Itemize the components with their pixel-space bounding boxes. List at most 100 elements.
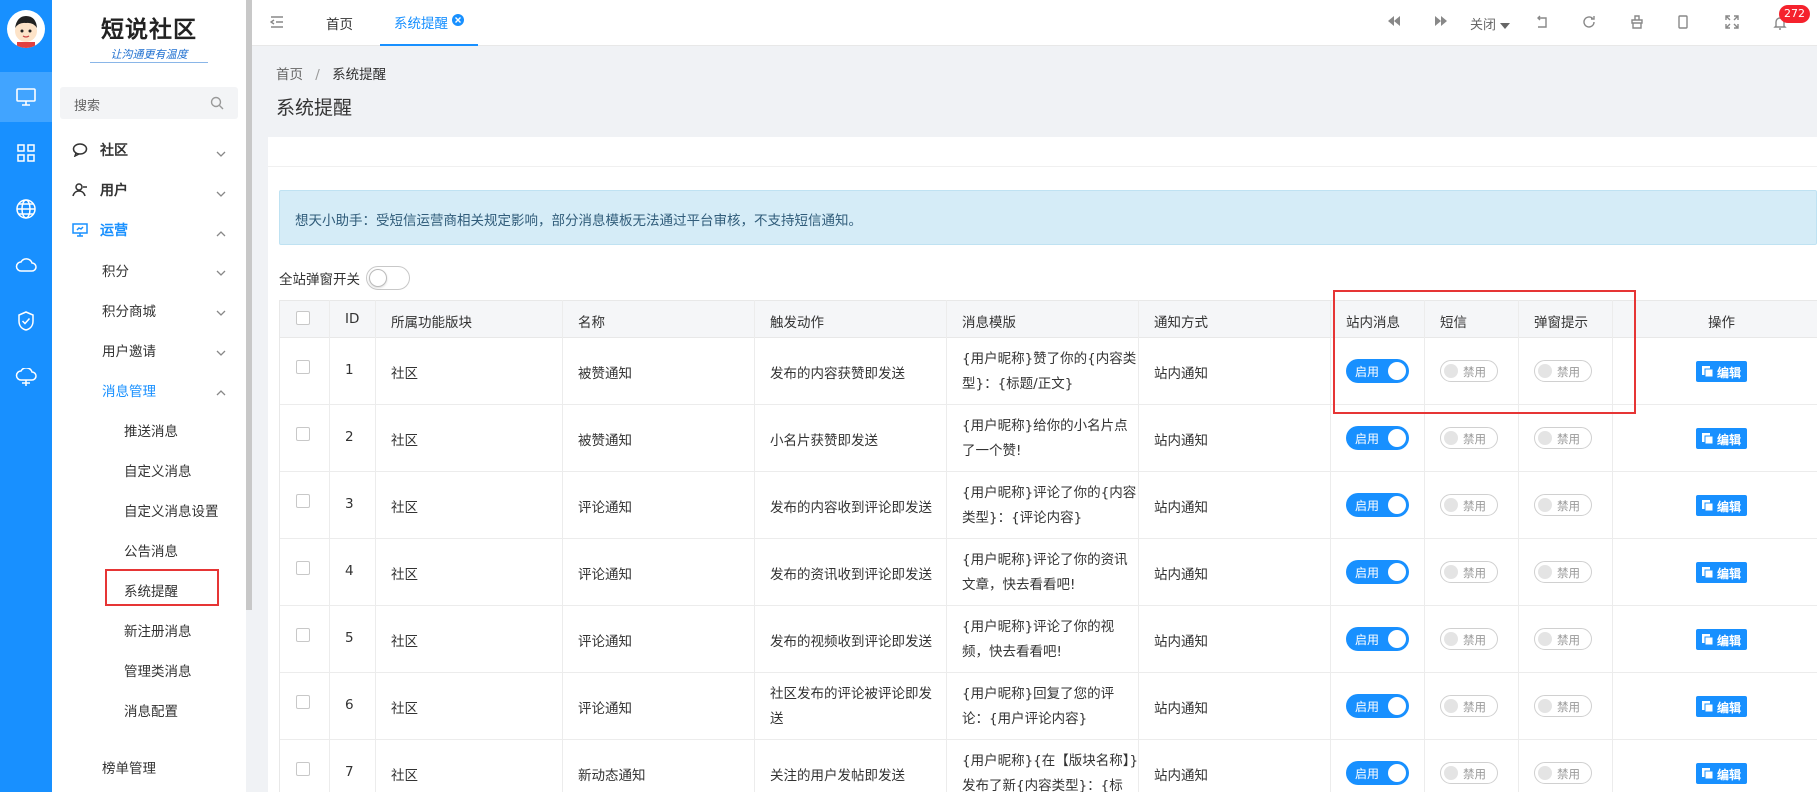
chevron-down-icon xyxy=(216,344,226,360)
switch-label: 禁用 xyxy=(1557,566,1580,580)
cell-template-line2: 论：{用户评论内容} xyxy=(962,711,1088,727)
edit-button[interactable]: 编辑 xyxy=(1696,763,1747,784)
rewind-icon[interactable] xyxy=(1387,15,1401,31)
sidebar-scrollbar[interactable] xyxy=(246,0,252,610)
row-checkbox[interactable] xyxy=(296,762,310,776)
row-checkbox[interactable] xyxy=(296,494,310,508)
edit-button[interactable]: 编辑 xyxy=(1696,428,1747,449)
sidebar-item-community[interactable]: 社区 xyxy=(52,133,246,167)
sidebar-item-ranking[interactable]: 榜单管理 xyxy=(52,749,246,783)
sms-switch[interactable]: 禁用 xyxy=(1440,494,1498,516)
site-message-switch[interactable]: 启用 xyxy=(1346,761,1409,785)
row-checkbox[interactable] xyxy=(296,427,310,441)
cell-method: 站内通知 xyxy=(1154,500,1208,516)
refresh-icon[interactable] xyxy=(1582,15,1596,33)
return-icon[interactable] xyxy=(1535,15,1549,33)
cell-name: 评论通知 xyxy=(578,634,632,650)
edit-button[interactable]: 编辑 xyxy=(1696,696,1747,717)
mobile-icon[interactable] xyxy=(1678,15,1688,33)
cell-module: 社区 xyxy=(391,701,418,717)
sms-switch[interactable]: 禁用 xyxy=(1440,427,1498,449)
row-checkbox[interactable] xyxy=(296,628,310,642)
sidebar-item-points-mall[interactable]: 积分商城 xyxy=(52,292,246,326)
site-message-switch[interactable]: 启用 xyxy=(1346,560,1409,584)
popup-switch[interactable]: 禁用 xyxy=(1534,695,1592,717)
clear-icon[interactable] xyxy=(1630,15,1644,33)
breadcrumb-home[interactable]: 首页 xyxy=(276,67,303,83)
edit-button[interactable]: 编辑 xyxy=(1696,361,1747,382)
globe-icon[interactable] xyxy=(0,184,52,234)
monitor-icon[interactable] xyxy=(0,72,52,122)
switch-knob xyxy=(1388,429,1406,447)
sms-switch[interactable]: 禁用 xyxy=(1440,695,1498,717)
sidebar-item-custom-message-settings[interactable]: 自定义消息设置 xyxy=(52,492,246,526)
site-message-switch[interactable]: 启用 xyxy=(1346,426,1409,450)
presentation-icon xyxy=(72,223,88,241)
chevron-down-icon xyxy=(216,185,226,201)
fast-forward-icon[interactable] xyxy=(1434,15,1448,31)
grid-icon[interactable] xyxy=(0,128,52,178)
edit-button[interactable]: 编辑 xyxy=(1696,495,1747,516)
row-checkbox[interactable] xyxy=(296,561,310,575)
cloud-network-icon[interactable] xyxy=(0,352,52,402)
row-checkbox[interactable] xyxy=(296,695,310,709)
cell-id: 6 xyxy=(345,697,354,713)
fullscreen-icon[interactable] xyxy=(1725,15,1739,33)
sidebar-item-announcement[interactable]: 公告消息 xyxy=(52,532,246,566)
popup-switch[interactable]: 禁用 xyxy=(1534,427,1592,449)
close-tab-icon[interactable] xyxy=(452,14,464,30)
popup-switch[interactable]: 禁用 xyxy=(1534,494,1592,516)
row-checkbox[interactable] xyxy=(296,360,310,374)
sidebar-item-message-mgmt[interactable]: 消息管理 xyxy=(52,372,246,406)
search-input[interactable]: 搜索 xyxy=(60,87,238,119)
site-message-switch[interactable]: 启用 xyxy=(1346,493,1409,517)
icon-rail xyxy=(0,0,52,792)
popup-switch[interactable]: 禁用 xyxy=(1534,628,1592,650)
sidebar-item-invite[interactable]: 用户邀请 xyxy=(52,332,246,366)
avatar[interactable] xyxy=(7,10,45,48)
column-divider xyxy=(946,300,947,792)
sidebar-item-message-config[interactable]: 消息配置 xyxy=(52,692,246,726)
sms-switch[interactable]: 禁用 xyxy=(1440,628,1498,650)
switch-label: 禁用 xyxy=(1557,499,1580,513)
close-dropdown[interactable]: 关闭 xyxy=(1470,14,1511,33)
tab-system-reminder[interactable]: 系统提醒 xyxy=(380,0,478,46)
switch-label: 禁用 xyxy=(1557,767,1580,781)
sidebar-item-custom-message[interactable]: 自定义消息 xyxy=(52,452,246,486)
select-all-checkbox[interactable] xyxy=(296,311,310,325)
edit-button[interactable]: 编辑 xyxy=(1696,562,1747,583)
cell-module: 社区 xyxy=(391,500,418,516)
popup-switch[interactable]: 禁用 xyxy=(1534,762,1592,784)
site-message-switch[interactable]: 启用 xyxy=(1346,627,1409,651)
sms-switch[interactable]: 禁用 xyxy=(1440,762,1498,784)
collapse-menu-icon[interactable] xyxy=(269,15,284,33)
copy-icon xyxy=(1702,366,1714,378)
edit-label: 编辑 xyxy=(1717,366,1742,380)
sidebar-item-new-register[interactable]: 新注册消息 xyxy=(52,612,246,646)
copy-icon xyxy=(1702,500,1714,512)
sidebar-item-operations[interactable]: 运营 xyxy=(52,213,246,247)
cell-template: {用户昵称}回复了您的评 论：{用户评论内容} xyxy=(962,682,1142,732)
info-alert: 想天小助手：受短信运营商相关规定影响，部分消息模板无法通过平台审核，不支持短信通… xyxy=(279,190,1817,245)
sidebar-item-user[interactable]: 用户 xyxy=(52,173,246,207)
sidebar-item-push-message[interactable]: 推送消息 xyxy=(52,412,246,446)
cloud-icon[interactable] xyxy=(0,240,52,290)
edit-label: 编辑 xyxy=(1717,433,1742,447)
tab-home[interactable]: 首页 xyxy=(326,0,353,46)
sms-switch[interactable]: 禁用 xyxy=(1440,561,1498,583)
edit-button[interactable]: 编辑 xyxy=(1696,629,1747,650)
card-divider xyxy=(268,166,1817,167)
search-icon[interactable] xyxy=(210,96,224,114)
column-divider xyxy=(329,300,330,792)
site-message-switch[interactable]: 启用 xyxy=(1346,694,1409,718)
cell-action: 发布的视频收到评论即发送 xyxy=(770,634,932,650)
popup-switch[interactable]: 禁用 xyxy=(1534,561,1592,583)
global-popup-toggle[interactable] xyxy=(366,266,410,290)
switch-label: 启用 xyxy=(1355,700,1380,714)
cell-template-line1: {用户昵称}评论了你的资讯 xyxy=(962,552,1128,568)
copy-icon xyxy=(1702,701,1714,713)
shield-icon[interactable] xyxy=(0,296,52,346)
sidebar-item-points[interactable]: 积分 xyxy=(52,252,246,286)
sidebar-item-admin-message[interactable]: 管理类消息 xyxy=(52,652,246,686)
sidebar-item-label: 推送消息 xyxy=(124,424,178,440)
